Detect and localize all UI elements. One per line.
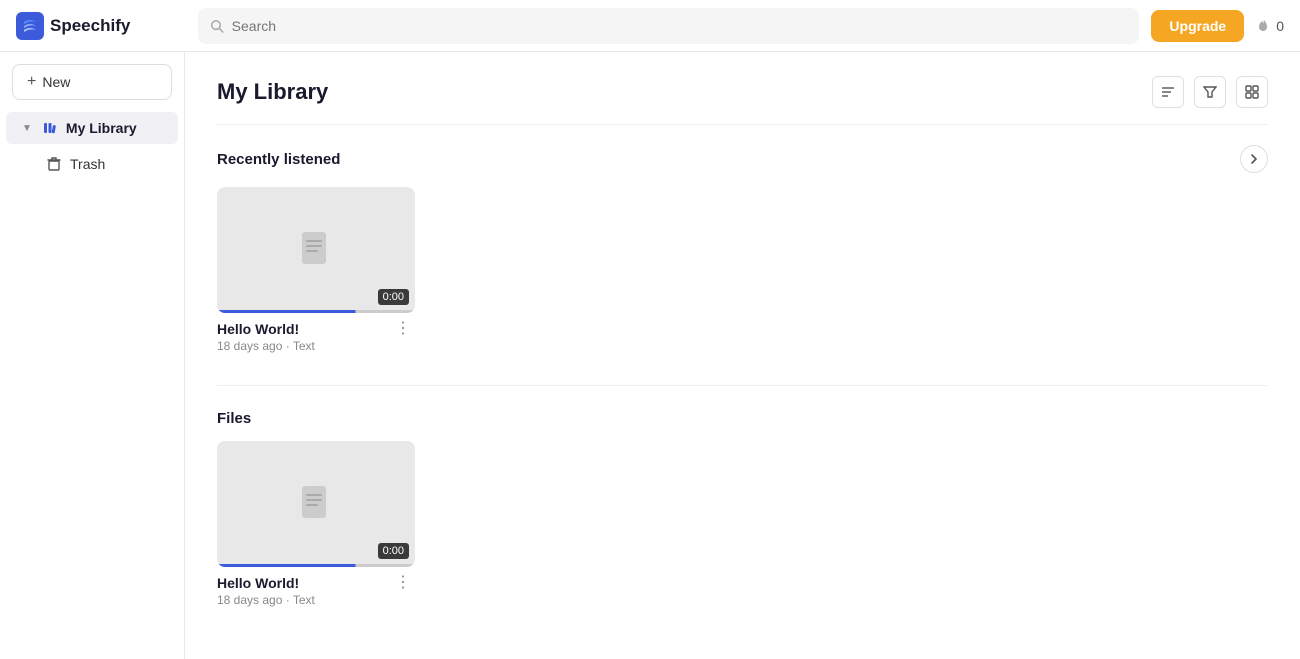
- card-info: Hello World! 18 days ago · Text ⋮: [217, 567, 415, 607]
- credits-count: 0: [1276, 18, 1284, 34]
- card-type: Text: [293, 339, 315, 353]
- card-separator: ·: [286, 339, 293, 353]
- new-button-label: New: [42, 74, 70, 90]
- trash-icon: [46, 156, 62, 172]
- recently-listened-section: Recently listened: [217, 145, 1268, 353]
- card-meta: 18 days ago · Text: [217, 339, 315, 353]
- page-header: My Library: [217, 76, 1268, 125]
- section-divider: [217, 385, 1268, 386]
- card-meta: 18 days ago · Text: [217, 593, 315, 607]
- chevron-down-icon: ▼: [22, 123, 32, 134]
- list-item[interactable]: 0:00 Hello World! 18 days ago · Text: [217, 187, 415, 353]
- files-section: Files 0:00: [217, 410, 1268, 607]
- card-info: Hello World! 18 days ago · Text ⋮: [217, 313, 415, 353]
- search-icon: [210, 19, 224, 33]
- card-thumbnail: 0:00: [217, 441, 415, 567]
- card-date: 18 days ago: [217, 593, 282, 607]
- filter-icon: [1203, 85, 1217, 99]
- library-icon: [42, 120, 58, 136]
- logo-text: Speechify: [50, 16, 130, 36]
- document-icon: [298, 484, 334, 524]
- chevron-right-icon: [1249, 154, 1259, 164]
- cards-row: 0:00 Hello World! 18 days ago · Text: [217, 441, 1268, 607]
- sidebar: + New ▼ My Library Trash: [0, 52, 185, 659]
- sort-icon: [1161, 85, 1175, 99]
- sort-button[interactable]: [1152, 76, 1184, 108]
- grid-icon: [1245, 85, 1259, 99]
- plus-icon: +: [27, 73, 36, 91]
- section-next-button[interactable]: [1240, 145, 1268, 173]
- section-title: Files: [217, 410, 251, 427]
- card-type: Text: [293, 593, 315, 607]
- credits-display: 0: [1256, 18, 1284, 34]
- card-menu-button[interactable]: ⋮: [391, 575, 415, 591]
- logo-icon: [16, 12, 44, 40]
- flame-icon: [1256, 18, 1272, 34]
- card-title: Hello World!: [217, 321, 315, 337]
- sidebar-item-label: Trash: [70, 156, 105, 172]
- document-icon: [298, 230, 334, 270]
- page-title: My Library: [217, 79, 328, 105]
- section-title: Recently listened: [217, 151, 340, 168]
- sidebar-item-trash[interactable]: Trash: [6, 148, 178, 180]
- main-layout: + New ▼ My Library Trash: [0, 52, 1300, 659]
- logo: Speechify: [16, 12, 186, 40]
- filter-button[interactable]: [1194, 76, 1226, 108]
- content-area: My Library: [185, 52, 1300, 659]
- header-actions: [1152, 76, 1268, 108]
- search-input[interactable]: [232, 18, 1128, 34]
- duration-badge: 0:00: [378, 289, 409, 305]
- card-menu-button[interactable]: ⋮: [391, 321, 415, 337]
- topbar: Speechify Upgrade 0: [0, 0, 1300, 52]
- card-thumbnail: 0:00: [217, 187, 415, 313]
- grid-view-button[interactable]: [1236, 76, 1268, 108]
- list-item[interactable]: 0:00 Hello World! 18 days ago · Text: [217, 441, 415, 607]
- search-bar[interactable]: [198, 8, 1139, 44]
- card-date: 18 days ago: [217, 339, 282, 353]
- card-separator: ·: [286, 593, 293, 607]
- cards-row: 0:00 Hello World! 18 days ago · Text: [217, 187, 1268, 353]
- section-header: Recently listened: [217, 145, 1268, 173]
- section-header: Files: [217, 410, 1268, 427]
- duration-badge: 0:00: [378, 543, 409, 559]
- sidebar-item-my-library[interactable]: ▼ My Library: [6, 112, 178, 144]
- sidebar-item-label: My Library: [66, 120, 137, 136]
- new-button[interactable]: + New: [12, 64, 172, 100]
- upgrade-button[interactable]: Upgrade: [1151, 10, 1244, 42]
- card-title: Hello World!: [217, 575, 315, 591]
